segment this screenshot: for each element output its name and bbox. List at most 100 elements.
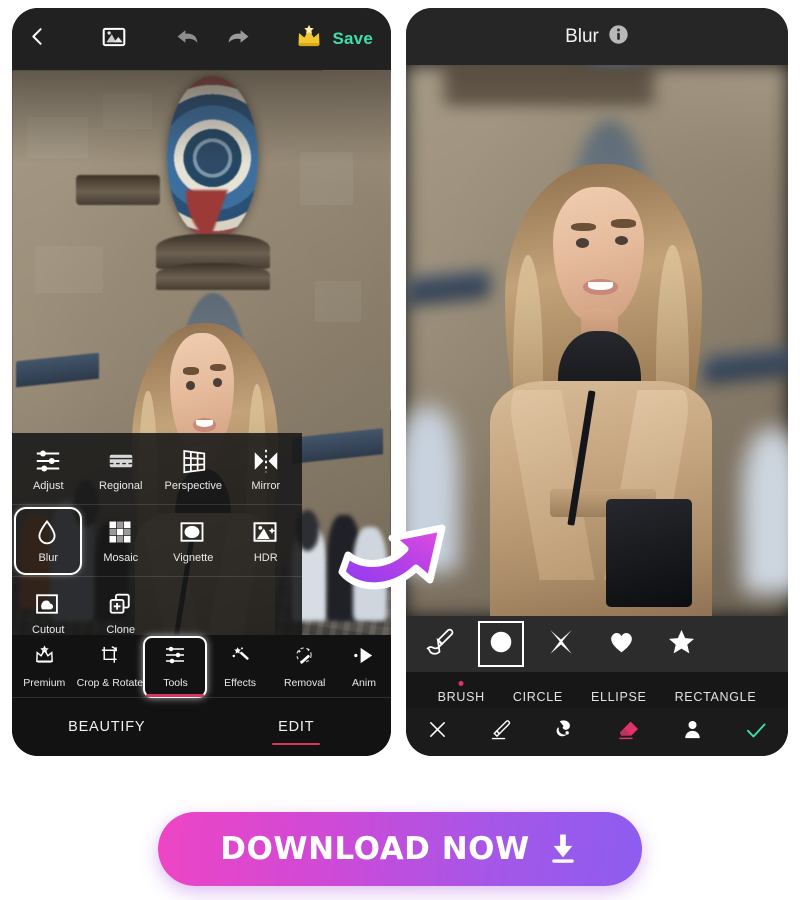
tab-label: Anim: [352, 676, 376, 689]
promo-screenshot: Adjust Regional Perspective Mirror Blur …: [0, 0, 800, 900]
tab-removal[interactable]: Removal: [272, 635, 337, 698]
subject-action[interactable]: [661, 718, 725, 746]
mode-label: ELLIPSE: [590, 690, 647, 704]
hdr-photo-icon: [251, 518, 281, 548]
phone-left: Adjust Regional Perspective Mirror Blur …: [12, 8, 391, 756]
regional-brush-icon: [106, 446, 136, 476]
tool-label: Adjust: [32, 479, 64, 492]
paintbrush-icon: [426, 627, 456, 662]
tool-mirror[interactable]: Mirror: [230, 433, 303, 504]
tools-row-1: Adjust Regional Perspective Mirror: [12, 433, 302, 505]
tool-vignette[interactable]: Vignette: [157, 505, 230, 576]
eraser-icon: [617, 718, 641, 747]
removal-wand-icon: [293, 644, 316, 672]
mirror-icon: [251, 446, 281, 476]
smudge-hand-icon: [553, 717, 578, 747]
confirm-action[interactable]: [724, 718, 788, 747]
mode-label: BRUSH: [437, 690, 485, 704]
photo-icon: [101, 24, 127, 55]
clone-plus-icon: [106, 590, 136, 620]
brush-tool[interactable]: [418, 621, 464, 667]
info-circle-icon[interactable]: [608, 24, 629, 50]
crown-icon: [295, 23, 323, 56]
redo-button[interactable]: [216, 8, 261, 70]
tab-active-underline: [146, 693, 205, 697]
chevron-left-icon: [25, 24, 50, 54]
left-bottom-tabs: Premium Crop & Rotate Tools Effects Remo…: [12, 635, 391, 698]
tool-adjust[interactable]: Adjust: [12, 433, 85, 504]
smudge-action[interactable]: [533, 717, 597, 747]
tool-regional[interactable]: Regional: [85, 433, 158, 504]
subject-woman: [475, 164, 727, 616]
left-mode-bar: BEAUTIFY EDIT: [12, 698, 391, 756]
tab-animate[interactable]: Anim: [337, 635, 391, 698]
right-action-bar: [406, 708, 788, 756]
tab-label: Tools: [163, 677, 188, 689]
download-label: DOWNLOAD NOW: [220, 831, 530, 867]
download-now-button[interactable]: DOWNLOAD NOW: [158, 812, 642, 886]
undo-button[interactable]: [165, 8, 210, 70]
tab-effects[interactable]: Effects: [208, 635, 273, 698]
tab-label: Premium: [23, 676, 66, 689]
heart-tool[interactable]: [598, 621, 644, 667]
back-button[interactable]: [12, 8, 63, 70]
star-tool[interactable]: [658, 621, 704, 667]
tool-perspective[interactable]: Perspective: [157, 433, 230, 504]
circle-tool[interactable]: [478, 621, 524, 667]
mosaic-grid-icon: [106, 518, 136, 548]
sliders-icon: [163, 643, 187, 672]
tab-tools[interactable]: Tools: [143, 635, 208, 698]
cross-tool[interactable]: [538, 621, 584, 667]
tool-label: Perspective: [164, 479, 222, 492]
brush-stroke-icon: [490, 718, 514, 747]
tab-label: Effects: [224, 676, 257, 689]
mode-label: CIRCLE: [512, 690, 563, 704]
mode-beautify[interactable]: BEAUTIFY: [12, 709, 202, 745]
sliders-icon: [33, 446, 63, 476]
handbag: [605, 498, 692, 607]
animate-icon: [352, 644, 375, 672]
crown-outline-icon: [33, 644, 56, 672]
gallery-button[interactable]: [87, 8, 141, 70]
brush-action[interactable]: [470, 718, 534, 747]
premium-crown-button[interactable]: [285, 8, 332, 70]
mode-edit[interactable]: EDIT: [202, 709, 392, 745]
heart-icon: [607, 627, 636, 661]
tool-label: Regional: [99, 479, 143, 492]
tool-mosaic[interactable]: Mosaic: [85, 505, 158, 576]
download-icon: [546, 831, 580, 868]
tool-label: Blur: [38, 551, 59, 564]
active-dot: [458, 681, 464, 686]
page-title: Blur: [565, 25, 599, 47]
tool-blur[interactable]: Blur: [12, 505, 85, 576]
tab-crop-rotate[interactable]: Crop & Rotate: [76, 635, 144, 698]
tool-hdr[interactable]: HDR: [230, 505, 303, 576]
undo-arrow-icon: [175, 24, 200, 54]
redo-arrow-icon: [226, 24, 251, 54]
right-top-bar: Blur: [406, 8, 788, 65]
mode-label: BEAUTIFY: [68, 719, 146, 735]
droplet-icon: [33, 518, 63, 548]
tab-label: Crop & Rotate: [76, 676, 144, 689]
tool-label: Mirror: [251, 479, 281, 492]
mode-brush[interactable]: BRUSH: [424, 681, 499, 704]
mode-circle[interactable]: CIRCLE: [499, 690, 577, 704]
close-x-icon: [426, 718, 449, 746]
tool-label: Mosaic: [103, 551, 139, 564]
mode-label: EDIT: [278, 719, 315, 735]
eraser-action[interactable]: [597, 718, 661, 747]
filled-circle-icon: [488, 629, 514, 660]
tab-label: Removal: [283, 676, 326, 689]
left-top-bar: Save: [12, 8, 391, 70]
mode-rectangle[interactable]: RECTANGLE: [661, 690, 771, 704]
tab-premium[interactable]: Premium: [12, 635, 77, 698]
magic-wand-icon: [229, 644, 252, 672]
cancel-action[interactable]: [406, 718, 470, 746]
mode-label: RECTANGLE: [674, 690, 757, 704]
crop-rotate-icon: [98, 644, 121, 672]
save-button[interactable]: Save: [332, 29, 373, 49]
shape-tool-bar: [406, 616, 788, 672]
mode-ellipse[interactable]: ELLIPSE: [577, 690, 661, 704]
cutout-icon: [33, 590, 63, 620]
star-icon: [667, 627, 696, 661]
